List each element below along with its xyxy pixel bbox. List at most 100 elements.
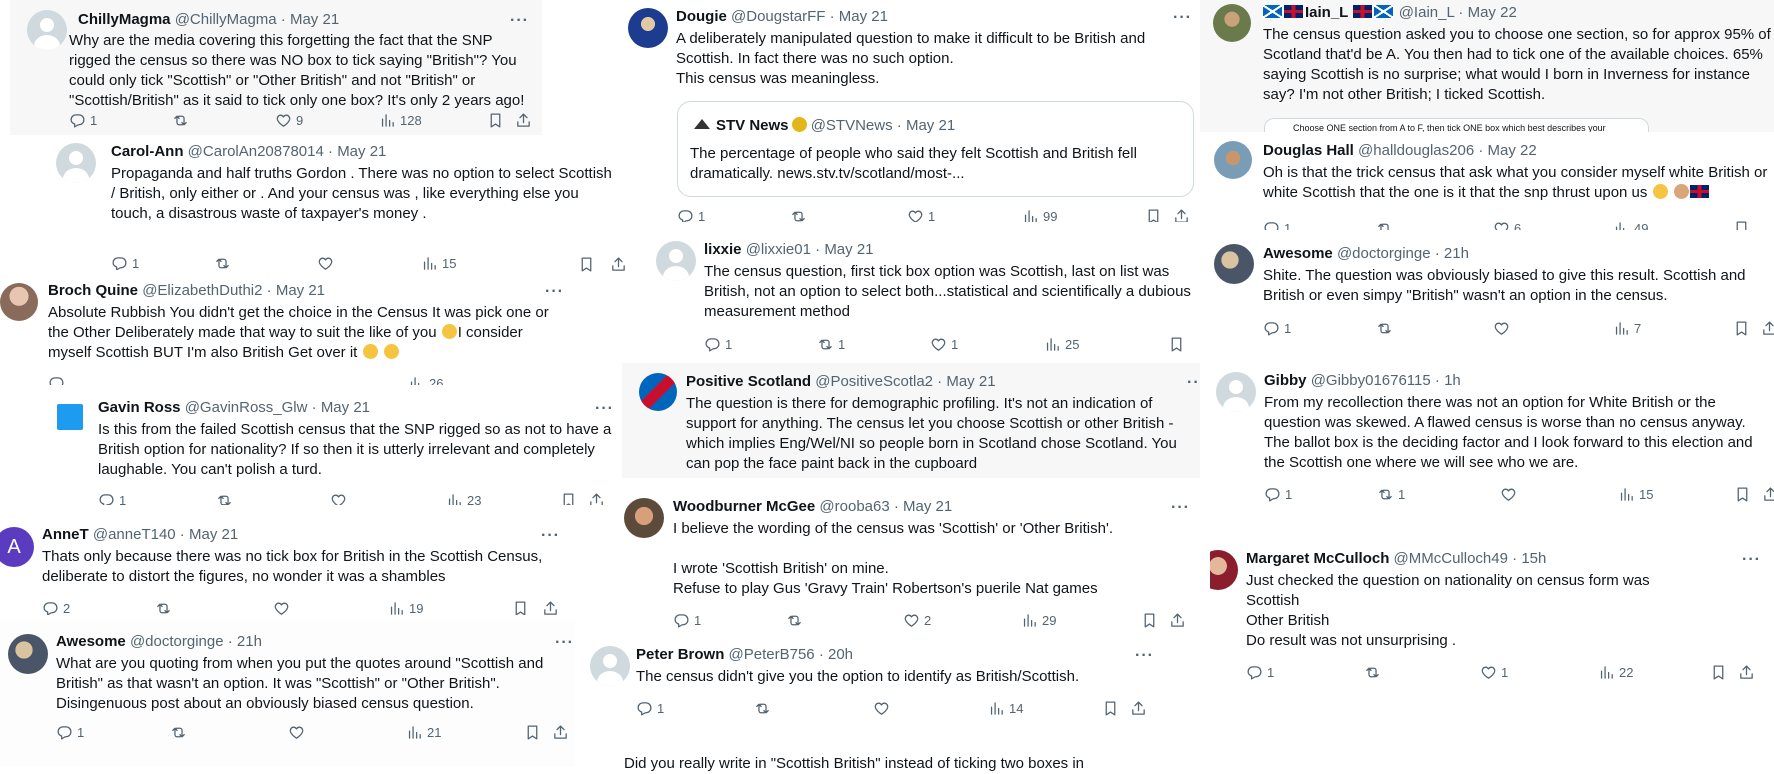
retweet-button[interactable] bbox=[155, 600, 172, 615]
views-button[interactable]: 26 bbox=[408, 375, 443, 385]
share-button[interactable] bbox=[1761, 320, 1774, 337]
like-button[interactable] bbox=[273, 600, 290, 615]
views-button[interactable]: 21 bbox=[406, 724, 441, 741]
author-name[interactable]: Carol-Ann bbox=[111, 143, 184, 160]
author-name[interactable]: Margaret McCulloch bbox=[1246, 550, 1389, 567]
tweet-date[interactable]: May 21 bbox=[824, 241, 873, 258]
reply-button[interactable]: 1 bbox=[636, 700, 664, 717]
retweet-button[interactable]: 1 bbox=[1377, 486, 1405, 503]
tweet-date[interactable]: May 21 bbox=[946, 373, 995, 390]
share-button[interactable] bbox=[515, 112, 532, 129]
tweet-date[interactable]: May 21 bbox=[276, 282, 325, 299]
retweet-button[interactable] bbox=[172, 112, 193, 129]
like-button[interactable] bbox=[288, 724, 305, 741]
more-icon[interactable]: ··· bbox=[595, 401, 614, 417]
retweet-button[interactable] bbox=[170, 724, 187, 741]
views-button[interactable]: 25 bbox=[1044, 336, 1079, 353]
share-button[interactable] bbox=[588, 492, 605, 505]
author-name[interactable]: Awesome bbox=[56, 633, 126, 650]
reply-button[interactable]: 1 bbox=[56, 724, 84, 741]
tweet-date[interactable]: May 21 bbox=[903, 498, 952, 515]
retweet-button[interactable] bbox=[214, 255, 235, 270]
views-button[interactable]: 23 bbox=[446, 492, 481, 505]
author-name[interactable]: Broch Quine bbox=[48, 282, 138, 299]
author-name[interactable]: Positive Scotland bbox=[686, 373, 811, 390]
views-button[interactable]: 15 bbox=[421, 255, 456, 270]
share-button[interactable] bbox=[542, 600, 559, 615]
author-name[interactable]: Dougie bbox=[676, 8, 727, 25]
tweet-date[interactable]: 1h bbox=[1444, 372, 1461, 389]
more-icon[interactable]: ··· bbox=[541, 528, 560, 544]
views-button[interactable]: 99 bbox=[1022, 208, 1057, 222]
author-handle[interactable]: @ElizabethDuthi2 bbox=[142, 282, 262, 299]
bookmark-button[interactable] bbox=[1734, 486, 1751, 503]
like-button[interactable]: 1 bbox=[907, 208, 935, 222]
tweet-date[interactable]: May 21 bbox=[337, 143, 386, 160]
author-name[interactable]: lixxie bbox=[704, 241, 742, 258]
author-handle[interactable]: @ChillyMagma bbox=[175, 11, 277, 28]
share-button[interactable] bbox=[552, 724, 569, 741]
avatar[interactable] bbox=[1216, 372, 1256, 412]
share-button[interactable] bbox=[1173, 208, 1190, 222]
share-button[interactable] bbox=[1169, 612, 1186, 629]
author-name[interactable]: Peter Brown bbox=[636, 646, 724, 663]
retweet-button[interactable] bbox=[1364, 664, 1381, 681]
author-handle[interactable]: @halldouglas206 bbox=[1358, 142, 1474, 159]
retweet-button[interactable]: 1 bbox=[817, 336, 845, 353]
tweet-date[interactable]: 20h bbox=[828, 646, 853, 663]
views-button[interactable]: 19 bbox=[388, 600, 423, 615]
more-icon[interactable]: ··· bbox=[545, 284, 564, 300]
share-button[interactable] bbox=[1130, 700, 1147, 717]
reply-button[interactable]: 1 bbox=[677, 208, 705, 222]
like-button[interactable] bbox=[1500, 486, 1517, 503]
author-handle[interactable]: @Gibby01676115 bbox=[1311, 372, 1431, 389]
bookmark-button[interactable] bbox=[512, 600, 529, 615]
like-button[interactable]: 1 bbox=[930, 336, 958, 353]
tweet-date[interactable]: 21h bbox=[237, 633, 262, 650]
tweet-date[interactable]: May 21 bbox=[321, 399, 370, 416]
author-handle[interactable]: @DougstarFF bbox=[731, 8, 825, 25]
bookmark-button[interactable] bbox=[1733, 220, 1750, 230]
more-icon[interactable]: ··· bbox=[1171, 500, 1190, 516]
share-button[interactable] bbox=[1762, 486, 1774, 503]
views-button[interactable]: 22 bbox=[1598, 664, 1633, 681]
like-button[interactable]: 9 bbox=[275, 112, 303, 129]
census-form-image[interactable]: Choose ONE section from A to F, then tic… bbox=[1264, 118, 1649, 132]
bookmark-button[interactable] bbox=[1733, 320, 1750, 337]
bookmark-button[interactable] bbox=[578, 256, 595, 273]
bookmark-button[interactable] bbox=[1145, 208, 1162, 222]
author-handle[interactable]: @GavinRoss_Glw bbox=[185, 399, 308, 416]
bookmark-button[interactable] bbox=[524, 724, 541, 741]
like-button[interactable]: 6 bbox=[1493, 220, 1521, 230]
bookmark-button[interactable] bbox=[1710, 664, 1727, 681]
reply-button[interactable]: 1 bbox=[704, 336, 732, 353]
retweet-button[interactable] bbox=[216, 492, 233, 505]
reply-button[interactable]: 2 bbox=[42, 600, 70, 615]
bookmark-button[interactable] bbox=[1102, 700, 1119, 717]
like-button[interactable]: 2 bbox=[903, 612, 931, 629]
author-handle[interactable]: @Iain_L bbox=[1399, 4, 1455, 21]
author-handle[interactable]: @anneT140 bbox=[93, 526, 176, 543]
author-name[interactable]: Awesome bbox=[1263, 245, 1333, 262]
tweet-date[interactable]: May 22 bbox=[1468, 4, 1517, 21]
author-name[interactable]: ChillyMagma bbox=[78, 11, 171, 28]
author-name[interactable]: Woodburner McGee bbox=[673, 498, 815, 515]
retweet-button[interactable] bbox=[786, 612, 803, 629]
avatar[interactable] bbox=[1213, 4, 1251, 42]
more-icon[interactable]: ··· bbox=[1742, 552, 1761, 568]
more-icon[interactable]: ··· bbox=[555, 635, 574, 651]
author-handle[interactable]: @PeterB756 bbox=[729, 646, 815, 663]
bookmark-button[interactable] bbox=[1168, 336, 1185, 353]
retweet-button[interactable] bbox=[754, 700, 771, 717]
author-handle[interactable]: @MMcCulloch49 bbox=[1394, 550, 1508, 567]
reply-button[interactable] bbox=[48, 375, 65, 385]
avatar[interactable] bbox=[27, 10, 67, 50]
author-name[interactable]: Douglas Hall bbox=[1263, 142, 1354, 159]
like-button[interactable]: 1 bbox=[1480, 664, 1508, 681]
avatar[interactable] bbox=[628, 8, 668, 48]
more-icon[interactable]: ··· bbox=[510, 13, 529, 29]
retweet-button[interactable] bbox=[1376, 220, 1393, 230]
like-button[interactable] bbox=[1493, 320, 1510, 337]
avatar[interactable] bbox=[8, 634, 48, 674]
author-handle[interactable]: @CarolAn20878014 bbox=[188, 143, 324, 160]
